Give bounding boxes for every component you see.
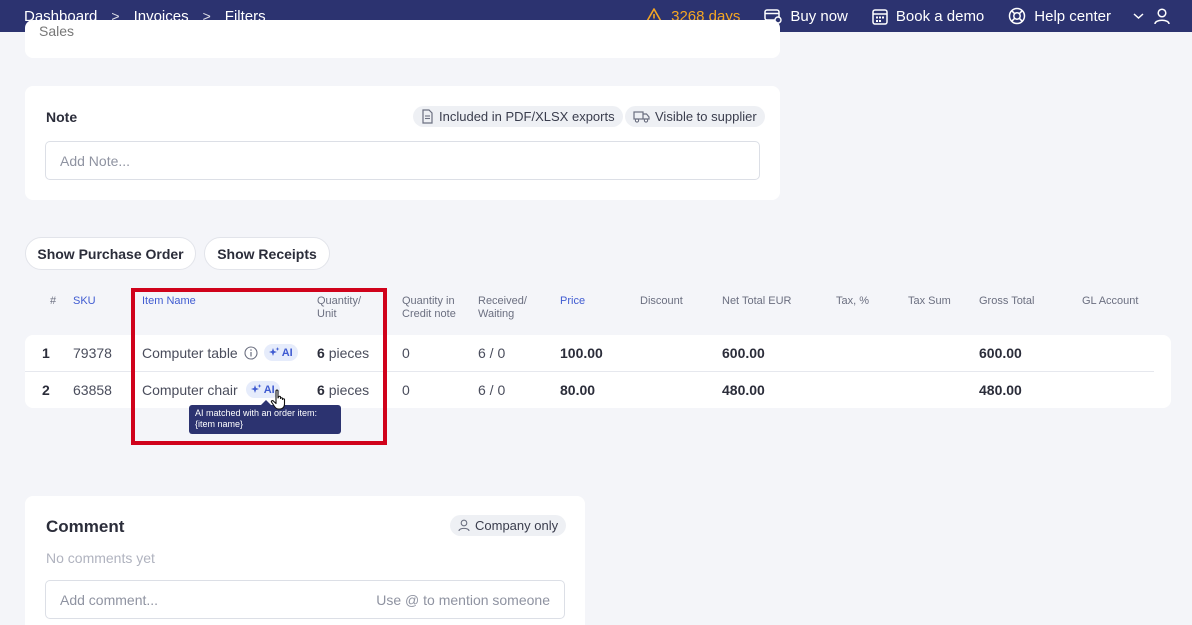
note-card: Note Included in PDF/XLSX exports Visibl… bbox=[25, 86, 780, 200]
note-title: Note bbox=[46, 109, 78, 125]
col-header-net-total: Net Total EUR bbox=[722, 295, 792, 307]
col-header-gross-total: Gross Total bbox=[979, 295, 1035, 307]
company-only-label: Company only bbox=[475, 518, 559, 533]
row-1-gross-total: 600.00 bbox=[979, 345, 1022, 361]
company-only-chip: Company only bbox=[450, 515, 567, 536]
chevron-down-icon[interactable] bbox=[1133, 12, 1144, 20]
comment-placeholder: Add comment... bbox=[60, 591, 159, 608]
book-demo-link[interactable]: Book a demo bbox=[872, 8, 984, 25]
row-1-sku: 79378 bbox=[73, 345, 112, 361]
row-2-net-total: 480.00 bbox=[722, 382, 765, 398]
row-1-price: 100.00 bbox=[560, 345, 603, 361]
note-input[interactable]: Add Note... bbox=[45, 141, 760, 180]
col-header-gl-account: GL Account bbox=[1082, 295, 1139, 307]
row-1-received: 6 / 0 bbox=[478, 345, 506, 361]
help-center-label: Help center bbox=[1034, 7, 1111, 25]
pdf-export-chip: Included in PDF/XLSX exports bbox=[413, 106, 623, 127]
row-1-credit-qty: 0 bbox=[402, 345, 410, 361]
row-2-received: 6 / 0 bbox=[478, 382, 506, 398]
row-2-sku: 63858 bbox=[73, 382, 112, 398]
truck-icon bbox=[633, 111, 650, 123]
highlight-box bbox=[131, 288, 387, 445]
row-2-price: 80.00 bbox=[560, 382, 596, 398]
show-purchase-order-button[interactable]: Show Purchase Order bbox=[25, 237, 196, 270]
supplier-visible-label: Visible to supplier bbox=[655, 109, 757, 124]
row-1-net-total: 600.00 bbox=[722, 345, 765, 361]
sales-label: Sales bbox=[39, 23, 75, 39]
user-icon bbox=[458, 519, 470, 532]
show-receipts-button[interactable]: Show Receipts bbox=[204, 237, 330, 270]
col-header-received: Received/ Waiting bbox=[478, 295, 527, 321]
col-header-discount: Discount bbox=[640, 295, 683, 307]
row-2-credit-qty: 0 bbox=[402, 382, 410, 398]
col-header-credit-qty-line1: Quantity in bbox=[402, 295, 455, 307]
col-header-credit-qty: Quantity in Credit note bbox=[402, 295, 456, 321]
sales-card: Sales bbox=[25, 20, 780, 58]
comment-input[interactable]: Add comment... Use @ to mention someone bbox=[45, 580, 565, 619]
row-2-gross-total: 480.00 bbox=[979, 382, 1022, 398]
col-header-tax-pct: Tax, % bbox=[836, 295, 870, 307]
comment-card: Comment Company only No comments yet Add… bbox=[25, 496, 585, 625]
col-header-received-line1: Received/ bbox=[478, 295, 527, 307]
hand-cursor-icon bbox=[270, 389, 286, 410]
row-1-num: 1 bbox=[42, 345, 50, 361]
lifebuoy-icon bbox=[1009, 7, 1026, 25]
buy-now-label: Buy now bbox=[790, 7, 848, 25]
col-header-received-line2: Waiting bbox=[478, 308, 515, 320]
pdf-export-label: Included in PDF/XLSX exports bbox=[439, 109, 615, 124]
col-header-credit-qty-line2: Credit note bbox=[402, 308, 456, 320]
book-demo-label: Book a demo bbox=[895, 7, 985, 25]
col-header-tax-sum: Tax Sum bbox=[908, 295, 951, 307]
row-2-num: 2 bbox=[42, 382, 50, 398]
no-comments-text: No comments yet bbox=[46, 550, 155, 566]
user-icon[interactable] bbox=[1154, 7, 1170, 25]
calendar-icon bbox=[872, 8, 888, 25]
supplier-visible-chip: Visible to supplier bbox=[625, 106, 765, 127]
document-icon bbox=[422, 109, 433, 124]
mention-hint: Use @ to mention someone bbox=[376, 591, 550, 608]
help-center-link[interactable]: Help center bbox=[1008, 7, 1111, 25]
col-header-sku[interactable]: SKU bbox=[73, 295, 96, 308]
col-header-num: # bbox=[50, 295, 57, 307]
col-header-price[interactable]: Price bbox=[560, 295, 585, 308]
comment-title: Comment bbox=[46, 517, 125, 536]
note-placeholder: Add Note... bbox=[60, 152, 131, 169]
